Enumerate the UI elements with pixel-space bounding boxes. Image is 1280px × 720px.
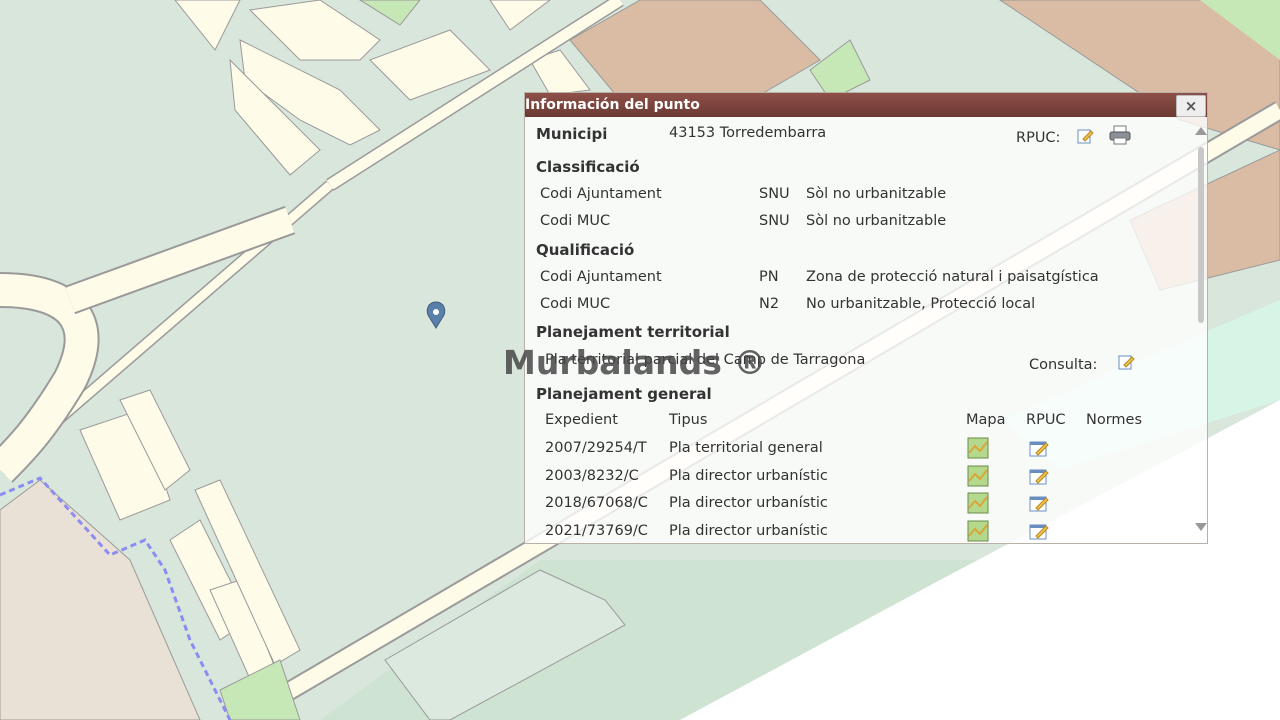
column-header-tipus: Tipus (669, 412, 708, 428)
row-tipus: Pla territorial general (669, 440, 823, 456)
popup-content: Municipi 43153 Torredembarra RPUC: Class… (525, 117, 1195, 543)
classificacio-row-desc: Sòl no urbanitzable (806, 186, 947, 202)
popup-title-bar: Información del punto × (525, 93, 1207, 117)
row-tipus: Pla director urbanístic (669, 523, 828, 539)
qualificacio-row-label: Codi Ajuntament (540, 269, 662, 285)
popup-scrollbar[interactable] (1193, 119, 1207, 543)
row-tipus: Pla director urbanístic (669, 495, 828, 511)
classificacio-row-desc: Sòl no urbanitzable (806, 213, 947, 229)
classificacio-heading: Classificació (536, 158, 640, 176)
map-icon[interactable] (967, 520, 989, 542)
qualificacio-row-desc: Zona de protecció natural i paisatgístic… (806, 269, 1099, 285)
row-expedient: 2007/29254/T (545, 440, 647, 456)
column-header-expedient: Expedient (545, 412, 618, 428)
print-icon[interactable] (1109, 125, 1131, 145)
edit-document-icon[interactable] (1028, 521, 1050, 541)
scrollbar-thumb[interactable] (1198, 147, 1204, 323)
map-icon[interactable] (967, 437, 989, 459)
scroll-down-icon[interactable] (1195, 523, 1207, 531)
classificacio-row-code: SNU (759, 186, 790, 202)
consulta-label: Consulta: (1029, 357, 1098, 373)
row-expedient: 2018/67068/C (545, 495, 648, 511)
edit-document-icon[interactable] (1028, 466, 1050, 486)
municipi-label: Municipi (536, 125, 608, 143)
edit-document-icon[interactable] (1117, 353, 1135, 371)
point-info-popup: Información del punto × Municipi 43153 T… (524, 92, 1208, 544)
classificacio-row-label: Codi MUC (540, 213, 611, 229)
column-header-normes: Normes (1086, 412, 1143, 428)
qualificacio-row-desc: No urbanitzable, Protecció local (806, 296, 1036, 312)
map-icon[interactable] (967, 465, 989, 487)
planejament-general-heading: Planejament general (536, 385, 712, 403)
row-tipus: Pla director urbanístic (669, 468, 828, 484)
close-button[interactable]: × (1176, 95, 1206, 117)
municipi-value: 43153 Torredembarra (669, 125, 827, 141)
column-header-rpuc: RPUC (1026, 412, 1066, 428)
qualificacio-row-code: N2 (759, 296, 780, 312)
qualificacio-row-label: Codi MUC (540, 296, 611, 312)
row-expedient: 2021/73769/C (545, 523, 648, 539)
map-icon[interactable] (967, 492, 989, 514)
edit-document-icon[interactable] (1076, 127, 1094, 145)
edit-document-icon[interactable] (1028, 493, 1050, 513)
classificacio-row-label: Codi Ajuntament (540, 186, 662, 202)
qualificacio-row-code: PN (759, 269, 779, 285)
row-expedient: 2003/8232/C (545, 468, 639, 484)
planejament-territorial-heading: Planejament territorial (536, 323, 730, 341)
edit-document-icon[interactable] (1028, 438, 1050, 458)
column-header-mapa: Mapa (966, 412, 1006, 428)
watermark: Murbalands ® (503, 343, 767, 382)
popup-title: Información del punto (525, 97, 700, 113)
scroll-up-icon[interactable] (1195, 127, 1207, 135)
qualificacio-heading: Qualificació (536, 241, 635, 259)
rpuc-label: RPUC: (1016, 130, 1061, 146)
classificacio-row-code: SNU (759, 213, 790, 229)
